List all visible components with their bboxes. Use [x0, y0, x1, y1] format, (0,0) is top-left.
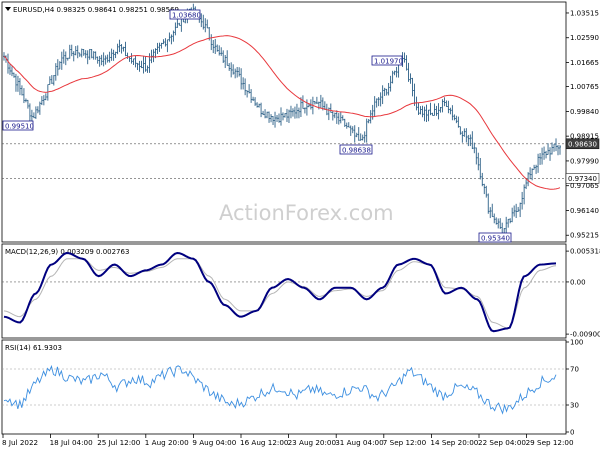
time-tick-label: 31 Aug 04:00: [335, 438, 384, 447]
level-label: 0.97340: [568, 175, 597, 183]
svg-text:0.95340: 0.95340: [481, 235, 510, 243]
rsi-tick-label: 0: [570, 429, 574, 437]
rsi-series: [3, 364, 557, 415]
macd-signal-line: [3, 258, 557, 329]
time-tick-label: 29 Sep 12:00: [526, 438, 574, 447]
rsi-axis: 100 70 30 0: [2, 339, 583, 437]
svg-text:0.99510: 0.99510: [5, 123, 34, 131]
time-tick-label: 23 Aug 20:00: [288, 438, 337, 447]
rsi-tick-label: 100: [570, 339, 583, 347]
trading-chart[interactable]: EURUSD,H4 0.98325 0.98641 0.98251 0.9856…: [0, 0, 600, 450]
macd-title: MACD(12,26,9) 0.003209 0.002763: [5, 248, 129, 256]
macd-line: [3, 251, 557, 333]
time-tick-label: 8 Jul 2022: [2, 438, 38, 447]
price-levels: 0.98630 0.97340: [2, 138, 600, 184]
rsi-tick-label: 30: [570, 402, 579, 410]
time-tick-label: 16 Aug 12:00: [240, 438, 289, 447]
callout-1.01970: 1.01970: [371, 55, 403, 66]
svg-text:1.01970: 1.01970: [374, 58, 403, 66]
level-label: 0.98630: [568, 140, 597, 148]
price-tick-label: 1.00765: [570, 83, 599, 91]
time-tick-label: 25 Jul 12:00: [97, 438, 141, 447]
watermark: ActionForex.com: [219, 201, 394, 225]
time-tick-label: 14 Sep 20:00: [430, 438, 478, 447]
callout-1.03680: 1.03680: [169, 9, 201, 20]
symbol-header: EURUSD,H4 0.98325 0.98641 0.98251 0.9856…: [13, 6, 179, 14]
price-tick-label: 0.97990: [570, 157, 599, 165]
svg-text:1.03680: 1.03680: [172, 12, 201, 20]
price-tick-label: 0.95215: [570, 232, 599, 240]
time-tick-label: 1 Aug 20:00: [145, 438, 189, 447]
time-tick-label: 22 Sep 04:00: [478, 438, 526, 447]
time-tick-label: 7 Sep 12:00: [383, 438, 427, 447]
svg-text:0.98638: 0.98638: [342, 147, 371, 155]
macd-axis: 0.005318 0.00 -0.009001: [566, 248, 600, 339]
macd-tick-label: 0.00: [570, 278, 586, 286]
macd-series: [3, 251, 557, 333]
price-tick-label: 1.01665: [570, 59, 599, 67]
price-axis: 1.035151.025901.016651.007650.998400.989…: [566, 9, 599, 240]
time-tick-label: 18 Jul 04:00: [50, 438, 94, 447]
time-tick-label: 9 Aug 04:00: [192, 438, 236, 447]
price-tick-label: 1.02590: [570, 34, 599, 42]
rsi-panel[interactable]: [1, 339, 567, 435]
callout-0.95340: 0.95340: [478, 232, 512, 243]
macd-panel[interactable]: [1, 243, 567, 339]
rsi-tick-label: 70: [570, 366, 579, 374]
rsi-line: [3, 364, 557, 415]
rsi-title: RSI(14) 61.9303: [5, 344, 62, 352]
macd-tick-label: -0.009001: [570, 331, 600, 339]
price-tick-label: 0.96140: [570, 207, 599, 215]
triangle-down-icon[interactable]: [5, 7, 11, 11]
time-axis: 8 Jul 2022 18 Jul 04:00 25 Jul 12:00 1 Aug …: [2, 434, 574, 447]
price-tick-label: 1.03515: [570, 9, 599, 17]
callout-0.99510: 0.99510: [2, 120, 34, 131]
macd-tick-label: 0.005318: [570, 248, 600, 256]
price-tick-label: 0.99840: [570, 108, 599, 116]
callout-0.98638: 0.98638: [339, 144, 373, 155]
